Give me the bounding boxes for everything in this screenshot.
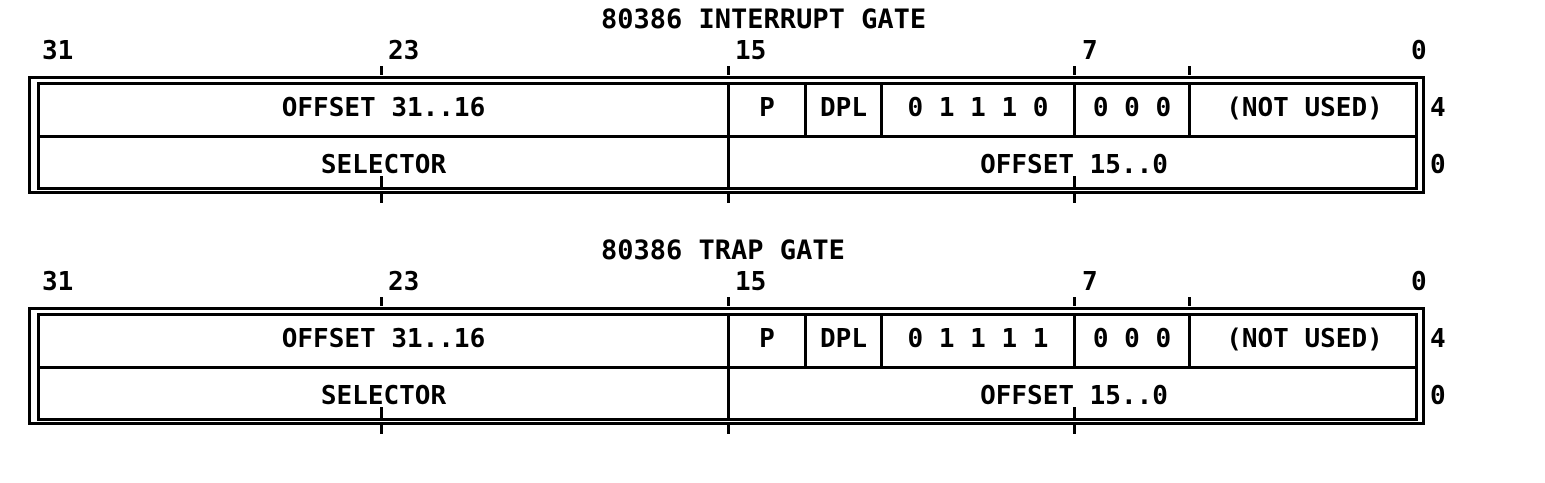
- field-offset-15-0: OFFSET 15..0: [980, 150, 1168, 180]
- field-dpl: DPL: [820, 324, 867, 354]
- trap-gate-diagram: 80386 TRAP GATE 31 23 15 7 0 OFFSET 31..…: [0, 231, 1545, 446]
- byte-offset-0: 0: [1430, 381, 1446, 411]
- bit-number-23: 23: [388, 267, 420, 297]
- byte-offset-4: 4: [1430, 324, 1446, 354]
- bit-number-15: 15: [735, 267, 767, 297]
- tick-top-5: [1188, 66, 1191, 75]
- tick-top-7: [1073, 66, 1076, 75]
- field-type: 0 1 1 1 1: [907, 324, 1049, 354]
- byte-offset-4: 4: [1430, 93, 1446, 123]
- bit-number-23: 23: [388, 36, 420, 66]
- tick-bottom-23: [380, 425, 383, 434]
- tick-bottom-7: [1073, 194, 1076, 203]
- tick-top-15: [727, 297, 730, 306]
- bit-number-0: 0: [1411, 36, 1427, 66]
- bit-number-15: 15: [735, 36, 767, 66]
- tick-bottom-15: [727, 425, 730, 434]
- tick-bottom-15: [727, 194, 730, 203]
- gate-title: 80386 TRAP GATE: [601, 235, 845, 266]
- bit-number-7: 7: [1082, 267, 1098, 297]
- bit-number-31: 31: [42, 36, 74, 66]
- field-selector: SELECTOR: [320, 381, 447, 411]
- tick-bottom-23: [380, 194, 383, 203]
- field-zero-bits: 0 0 0: [1092, 93, 1172, 123]
- field-dpl: DPL: [820, 93, 867, 123]
- field-not-used: (NOT USED): [1226, 93, 1383, 123]
- field-present: P: [759, 324, 775, 354]
- field-not-used: (NOT USED): [1226, 324, 1383, 354]
- field-selector: SELECTOR: [320, 150, 447, 180]
- field-zero-bits: 0 0 0: [1092, 324, 1172, 354]
- bit-number-0: 0: [1411, 267, 1427, 297]
- byte-offset-0: 0: [1430, 150, 1446, 180]
- bit-number-7: 7: [1082, 36, 1098, 66]
- interrupt-gate-diagram: 80386 INTERRUPT GATE 31 23 15 7 0 OFFSET…: [0, 0, 1545, 215]
- field-offset-15-0: OFFSET 15..0: [980, 381, 1168, 411]
- tick-top-5: [1188, 297, 1191, 306]
- field-present: P: [759, 93, 775, 123]
- tick-top-23: [380, 66, 383, 75]
- field-offset-31-16: OFFSET 31..16: [281, 93, 486, 123]
- bit-number-31: 31: [42, 267, 74, 297]
- field-offset-31-16: OFFSET 31..16: [281, 324, 486, 354]
- tick-top-15: [727, 66, 730, 75]
- gate-title: 80386 INTERRUPT GATE: [601, 4, 927, 35]
- tick-top-23: [380, 297, 383, 306]
- field-type: 0 1 1 1 0: [907, 93, 1049, 123]
- tick-top-7: [1073, 297, 1076, 306]
- tick-bottom-7: [1073, 425, 1076, 434]
